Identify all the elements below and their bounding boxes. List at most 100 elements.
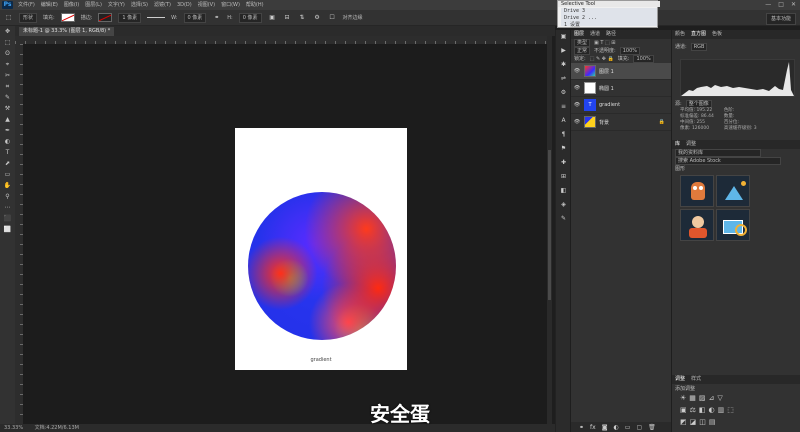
layer-item[interactable]: 👁 椭圆 1 [571,80,671,97]
adjust-icons-row-2[interactable]: ▣⚖◧◐▥⬚ [680,406,737,414]
panel-icon-notes[interactable]: ✎ [556,212,571,226]
mode-select[interactable]: 形状 [19,12,38,23]
hand-tool-icon[interactable]: ✋ [0,180,15,191]
shape-tool-icon[interactable]: ▭ [0,169,15,180]
panel-icon-character[interactable]: A [556,114,571,128]
more-tools-icon[interactable]: ⋯ [0,202,15,213]
stroke-width-field[interactable]: 1 像素 [118,12,142,23]
eyedropper-tool-icon[interactable]: ⌗ [0,81,15,92]
layer-name[interactable]: 椭圆 1 [599,85,614,92]
library-item-owl[interactable] [680,175,714,207]
layer-name[interactable]: 图层 1 [599,68,614,75]
lasso-tool-icon[interactable]: ʘ [0,48,15,59]
gradient-circle[interactable] [248,192,396,340]
tab-libraries[interactable]: 库 [675,140,680,149]
tab-color[interactable]: 颜色 [675,30,685,39]
gear-icon[interactable]: ⚙ [313,13,322,22]
eye-icon[interactable]: 👁 [573,68,581,74]
eye-icon[interactable]: 👁 [573,102,581,108]
marquee-tool-icon[interactable]: ⬚ [0,37,15,48]
selective-tool-line[interactable]: Drive 3 [564,8,657,15]
menu-item-filter[interactable]: 滤镜(T) [154,0,171,10]
panel-icon-add[interactable]: ✚ [556,156,571,170]
layer-kind-select[interactable]: 类型 [574,39,591,47]
menu-item-view[interactable]: 视图(V) [198,0,215,10]
zoom-level[interactable]: 33.33% [4,425,23,431]
adjust-icons-row-1[interactable]: ☀▦▨⊿▽ [680,394,726,402]
menu-item-3d[interactable]: 3D(D) [177,0,192,10]
tab-adjust[interactable]: 调整 [675,375,685,384]
menu-item-image[interactable]: 图像(I) [64,0,79,10]
w-field[interactable]: 0 像素 [183,12,207,23]
channel-select[interactable]: RGB [690,43,708,51]
h-field[interactable]: 0 像素 [238,12,262,23]
layer-item[interactable]: 👁 T gradient [571,97,671,114]
type-tool-icon[interactable]: T [0,147,15,158]
maximize-icon[interactable]: □ [778,0,784,10]
eraser-tool-icon[interactable]: ◐ [0,136,15,147]
workspace-select[interactable]: 基本功能 [765,13,796,25]
panel-icon-actions[interactable]: ▶ [556,44,571,58]
link-icon[interactable]: ⚭ [212,13,221,22]
layer-name[interactable]: 背景 [599,119,609,126]
path-operations-icon[interactable]: ▣ [268,13,277,22]
fill-swatch[interactable] [60,13,75,22]
link-layers-icon[interactable]: ⚭ [579,424,584,431]
mask-icon[interactable]: ◙ [602,424,608,431]
menu-item-file[interactable]: 文件(F) [18,0,35,10]
align-edges-checkbox[interactable]: ☐ [328,13,337,22]
adjustment-icon[interactable]: ◐ [614,424,619,431]
panel-icon-paragraph[interactable]: ¶ [556,128,571,142]
filter-icons[interactable]: ▣ T ⬚ ⊞ [594,39,615,47]
background-color-icon[interactable]: ⬜ [0,224,15,235]
library-item-magnifier[interactable] [716,209,750,241]
tab-paths[interactable]: 路径 [606,30,616,39]
quick-select-tool-icon[interactable]: ⌖ [0,59,15,70]
foreground-color-icon[interactable]: ⬛ [0,213,15,224]
fill-field[interactable]: 100% [633,55,654,63]
eye-icon[interactable]: 👁 [573,119,581,125]
menu-item-select[interactable]: 选择(S) [131,0,148,10]
panel-icon-swap[interactable]: ⇌ [556,72,571,86]
source-select[interactable]: 整个图像 [685,100,712,108]
library-item-person[interactable] [680,209,714,241]
library-item-mountain[interactable] [716,175,750,207]
menu-item-edit[interactable]: 编辑(E) [41,0,58,10]
panel-icon-styles[interactable]: ◈ [556,198,571,212]
trash-icon[interactable]: 🗑 [648,424,656,431]
close-icon[interactable]: ✕ [791,0,796,10]
panel-icon-navigator[interactable]: ◧ [556,184,571,198]
document-tab[interactable]: 未标题-1 @ 33.3% (图层 1, RGB/8) * [19,27,115,36]
healing-tool-icon[interactable]: ✎ [0,92,15,103]
panel-icon-settings[interactable]: ⚙ [556,86,571,100]
tab-layers[interactable]: 图层 [574,30,584,39]
panel-icon-info[interactable]: ⊞ [556,170,571,184]
lock-icons[interactable]: ⬚ ✎ ✥ 🔒 [590,55,614,63]
selective-tool-line[interactable]: Drive 2 ... [564,15,657,22]
tool-preset-icon[interactable]: ⬚ [4,13,13,22]
path-alignment-icon[interactable]: ⊟ [283,13,292,22]
layer-item[interactable]: 👁 背景 🔒 [571,114,671,131]
move-tool-icon[interactable]: ✥ [0,26,15,37]
adjust-icons-row-3[interactable]: ◩◪◫▤ [680,418,718,426]
zoom-tool-icon[interactable]: ⚲ [0,191,15,202]
opacity-field[interactable]: 100% [619,47,640,55]
layer-item[interactable]: 👁 图层 1 [571,63,671,80]
panel-icon-tool-presets[interactable]: ⚑ [556,142,571,156]
panel-icon-history[interactable]: ▣ [556,30,571,44]
tab-histogram[interactable]: 直方图 [691,30,706,39]
path-select-tool-icon[interactable]: ⬈ [0,158,15,169]
tab-adjustments[interactable]: 调整 [686,140,696,149]
menu-item-type[interactable]: 文字(Y) [108,0,125,10]
path-arrangement-icon[interactable]: ⇅ [298,13,307,22]
folder-icon[interactable]: ▭ [625,424,631,431]
crop-tool-icon[interactable]: ✂ [0,70,15,81]
selective-tool-line[interactable]: 1 设置 [564,22,657,29]
minimize-icon[interactable]: — [765,0,771,10]
panel-icon-brushes[interactable]: ✱ [556,58,571,72]
tab-swatches[interactable]: 色板 [712,30,722,39]
library-search-input[interactable]: 搜索 Adobe Stock [675,157,781,165]
layer-name[interactable]: gradient [599,102,620,108]
library-select[interactable]: 我的资料库 [675,149,761,157]
scroll-thumb[interactable] [548,150,551,300]
